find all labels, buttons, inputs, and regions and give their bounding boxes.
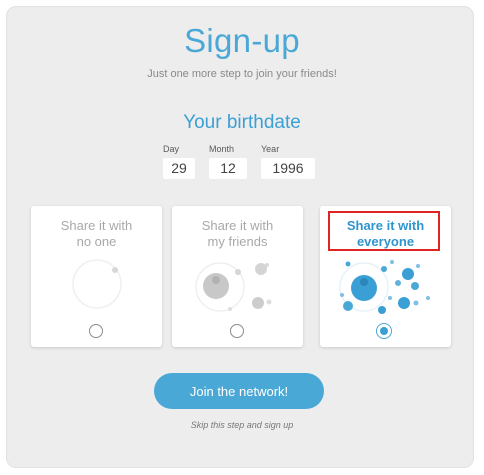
page-title: Sign-up [184, 22, 300, 59]
share-option-radio-selected[interactable] [376, 323, 392, 339]
radio-dot [380, 327, 388, 335]
day-input[interactable]: 29 [163, 158, 195, 179]
share-option-radio[interactable] [230, 324, 244, 338]
share-option-radio[interactable] [89, 324, 103, 338]
share-option-no-one[interactable]: Share it with no one [31, 206, 162, 347]
day-label: Day [163, 144, 180, 154]
selection-highlight [328, 211, 440, 251]
day-field: Day 29 [163, 144, 195, 179]
birthdate-title: Your birthdate [183, 112, 301, 133]
page-subtitle: Just one more step to join your friends! [147, 68, 337, 80]
year-label: Year [261, 144, 280, 154]
skip-link[interactable]: Skip this step and sign up [0, 420, 484, 430]
year-input[interactable]: 1996 [261, 158, 315, 179]
join-network-button[interactable]: Join the network! [154, 373, 324, 409]
month-input[interactable]: 12 [209, 158, 247, 179]
month-field: Month 12 [209, 144, 247, 179]
share-option-friends[interactable]: Share it with my friends [172, 206, 303, 347]
month-label: Month [209, 144, 235, 154]
year-field: Year 1996 [261, 144, 315, 179]
